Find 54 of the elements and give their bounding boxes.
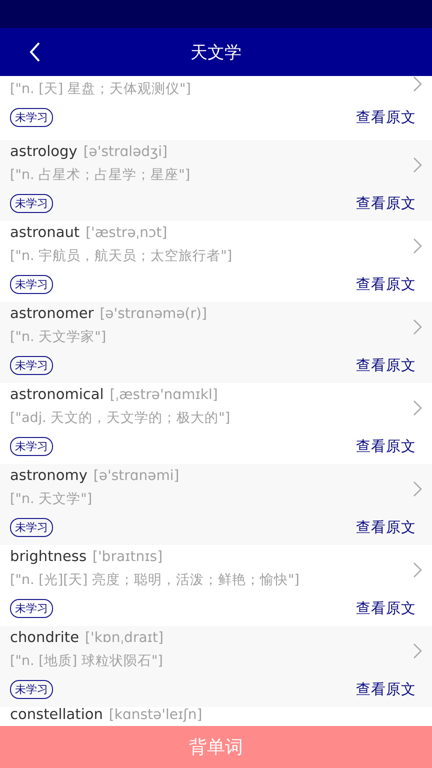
word-row[interactable]: astronomer [ə'strɑnəmə(r)] ["n. 天文学家"] 未学习 查看原文 bbox=[0, 302, 432, 383]
status-tag: 未学习 bbox=[10, 437, 53, 456]
back-button[interactable] bbox=[28, 41, 42, 63]
view-source-link[interactable]: 查看原文 bbox=[356, 680, 416, 699]
definition-text: ["n. [地质] 球粒状陨石"] bbox=[10, 652, 163, 671]
word-text: astronomer bbox=[10, 306, 94, 322]
definition-text: ["n. 占星术；占星学；星座"] bbox=[10, 166, 190, 185]
status-tag: 未学习 bbox=[10, 356, 53, 375]
word-row[interactable]: astronomy [ə'strɑnəmi] ["n. 天文学"] 未学习 查看原文 bbox=[0, 464, 432, 545]
word-text: astronomy bbox=[10, 468, 88, 484]
phonetic-text: ['braɪtnɪs] bbox=[92, 549, 163, 565]
status-tag: 未学习 bbox=[10, 275, 53, 294]
chevron-right-icon bbox=[413, 319, 422, 335]
chevron-right-icon bbox=[413, 400, 422, 416]
view-source-link[interactable]: 查看原文 bbox=[356, 194, 416, 213]
word-text: astronomical bbox=[10, 387, 104, 403]
definition-text: ["n. 天文学"] bbox=[10, 490, 92, 509]
word-text: chondrite bbox=[10, 630, 80, 646]
status-tag: 未学习 bbox=[10, 599, 53, 618]
definition-text: ["n. [天] 星盘；天体观测仪"] bbox=[10, 80, 191, 99]
view-source-link[interactable]: 查看原文 bbox=[356, 275, 416, 294]
word-row[interactable]: chondrite ['kɒnˌdraɪt] ["n. [地质] 球粒状陨石"] 未学习 查看原文 bbox=[0, 626, 432, 707]
definition-text: ["n. 天文学家"] bbox=[10, 328, 106, 347]
chevron-right-icon bbox=[413, 481, 422, 497]
status-tag: 未学习 bbox=[10, 680, 53, 699]
word-row[interactable]: astrology [ə'strɑlədʒi] ["n. 占星术；占星学；星座"] 未学习 查看原文 bbox=[0, 140, 432, 221]
chevron-right-icon bbox=[413, 643, 422, 659]
word-text: astronaut bbox=[10, 225, 80, 241]
phonetic-text: [ˌæstrə'nɑmɪkl] bbox=[110, 387, 218, 403]
word-text: constellation bbox=[10, 707, 103, 723]
definition-text: ["n. 宇航员，航天员；太空旅行者"] bbox=[10, 247, 232, 266]
view-source-link[interactable]: 查看原文 bbox=[356, 108, 416, 127]
phonetic-text: [kɑnstə'leɪʃn] bbox=[108, 707, 202, 723]
phonetic-text: ['æstrəˌnɔt] bbox=[86, 225, 168, 241]
definition-text: ["n. [光][天] 亮度；聪明，活泼；鲜艳；愉快"] bbox=[10, 571, 300, 590]
chevron-right-icon bbox=[413, 562, 422, 578]
status-tag: 未学习 bbox=[10, 194, 53, 213]
definition-text: ["adj. 天文的，天文学的；极大的"] bbox=[10, 409, 230, 428]
view-source-link[interactable]: 查看原文 bbox=[356, 599, 416, 618]
view-source-link[interactable]: 查看原文 bbox=[356, 518, 416, 537]
phonetic-text: [ə'strɑnəmi] bbox=[93, 468, 180, 484]
view-source-link[interactable]: 查看原文 bbox=[356, 437, 416, 456]
view-source-link[interactable]: 查看原文 bbox=[356, 356, 416, 375]
chevron-right-icon bbox=[413, 76, 422, 92]
chevron-right-icon bbox=[413, 238, 422, 254]
chevron-right-icon bbox=[413, 157, 422, 173]
phonetic-text: [ə'strɑnəmə(r)] bbox=[100, 306, 207, 322]
phonetic-text: [ə'strɑlədʒi] bbox=[83, 144, 168, 160]
status-tag: 未学习 bbox=[10, 108, 53, 127]
page-title: 天文学 bbox=[190, 42, 242, 64]
status-tag: 未学习 bbox=[10, 518, 53, 537]
word-text: astrology bbox=[10, 144, 78, 160]
word-text: brightness bbox=[10, 549, 86, 565]
phonetic-text: ['kɒnˌdraɪt] bbox=[85, 630, 164, 646]
